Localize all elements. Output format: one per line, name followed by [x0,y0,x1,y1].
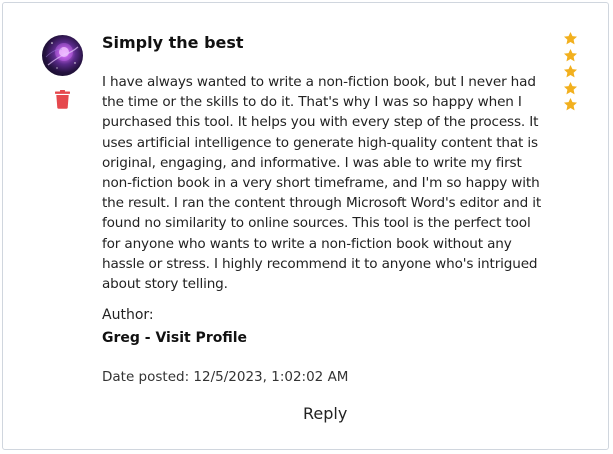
review-body: I have always wanted to write a non-fict… [102,74,542,293]
date-posted: Date posted: 12/5/2023, 1:02:02 AM [102,369,349,385]
star-icon [564,64,577,78]
star-icon [564,48,577,61]
review-card: Simply the best I have always wanted to … [2,2,609,450]
avatar-image [45,42,79,69]
star-icon [564,97,577,111]
reply-button[interactable]: Reply [303,404,347,423]
star-rating [563,31,579,114]
review-title: Simply the best [102,33,244,52]
avatar[interactable] [42,35,83,76]
author-profile-link[interactable]: Greg - Visit Profile [102,330,247,346]
delete-button[interactable] [54,90,71,109]
trash-icon [55,90,70,109]
star-icon [564,31,577,45]
star-icon [564,81,577,94]
author-label: Author: [102,307,154,323]
